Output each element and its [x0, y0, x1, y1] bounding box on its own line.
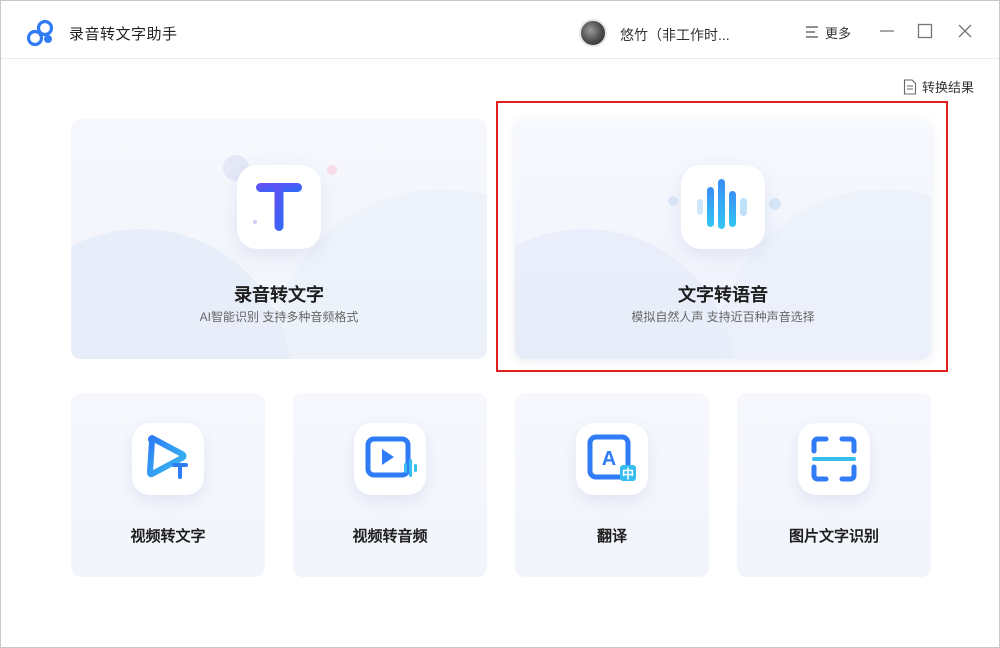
minimize-button[interactable] — [877, 21, 897, 41]
video-to-text-icon — [147, 435, 188, 479]
translate-icon-tile: A 中 — [576, 423, 648, 495]
maximize-button[interactable] — [915, 21, 935, 41]
document-icon — [903, 78, 917, 95]
audio-to-text-card[interactable]: 录音转文字 AI智能识别 支持多种音频格式 — [71, 119, 487, 359]
user-name[interactable]: 悠竹（非工作时... — [620, 25, 730, 45]
video-to-audio-icon — [365, 436, 417, 478]
card-subtitle: AI智能识别 支持多种音频格式 — [199, 310, 359, 324]
menu-lines-icon — [806, 26, 818, 38]
sound-wave-icon — [697, 179, 747, 229]
card-title: 翻译 — [596, 528, 627, 545]
video-to-audio-icon-tile — [354, 423, 426, 495]
translate-icon: A 中 — [587, 434, 636, 481]
decoration — [668, 196, 678, 206]
image-ocr-card[interactable]: 图片文字识别 — [737, 393, 931, 577]
scan-ocr-icon — [811, 436, 857, 482]
video-to-audio-card[interactable]: 视频转音频 — [293, 393, 487, 577]
title-bar: 录音转文字助手 悠竹（非工作时... 更多 — [1, 1, 999, 59]
more-menu-button[interactable]: 更多 — [805, 23, 851, 41]
svg-text:A: A — [602, 448, 616, 470]
card-title: 文字转语音 — [678, 285, 768, 305]
video-to-text-card[interactable]: 视频转文字 — [71, 393, 265, 577]
close-button[interactable] — [955, 21, 975, 41]
conversion-results-link[interactable]: 转换结果 — [903, 77, 974, 96]
decoration — [769, 198, 781, 210]
scan-ocr-icon-tile — [798, 423, 870, 495]
svg-text:中: 中 — [622, 466, 634, 481]
conversion-results-label: 转换结果 — [922, 80, 975, 95]
card-title: 录音转文字 — [234, 285, 324, 305]
decoration — [327, 165, 337, 175]
user-avatar[interactable] — [579, 19, 607, 47]
text-t-icon-tile — [237, 165, 321, 249]
card-title: 图片文字识别 — [788, 528, 879, 545]
app-title: 录音转文字助手 — [69, 26, 178, 43]
app-logo-icon — [27, 20, 54, 46]
more-label: 更多 — [825, 25, 852, 41]
app-window: 录音转文字助手 悠竹（非工作时... 更多 转换结果 录音转文字 AI智能识别 … — [0, 0, 1000, 648]
text-to-speech-card[interactable]: 文字转语音 模拟自然人声 支持近百种声音选择 — [515, 119, 931, 359]
card-title: 视频转文字 — [130, 528, 206, 545]
translate-card[interactable]: A 中 翻译 — [515, 393, 709, 577]
video-to-text-icon-tile — [132, 423, 204, 495]
card-title: 视频转音频 — [352, 528, 428, 545]
text-t-icon — [253, 183, 302, 231]
sound-wave-icon-tile — [681, 165, 765, 249]
card-subtitle: 模拟自然人声 支持近百种声音选择 — [631, 310, 815, 324]
